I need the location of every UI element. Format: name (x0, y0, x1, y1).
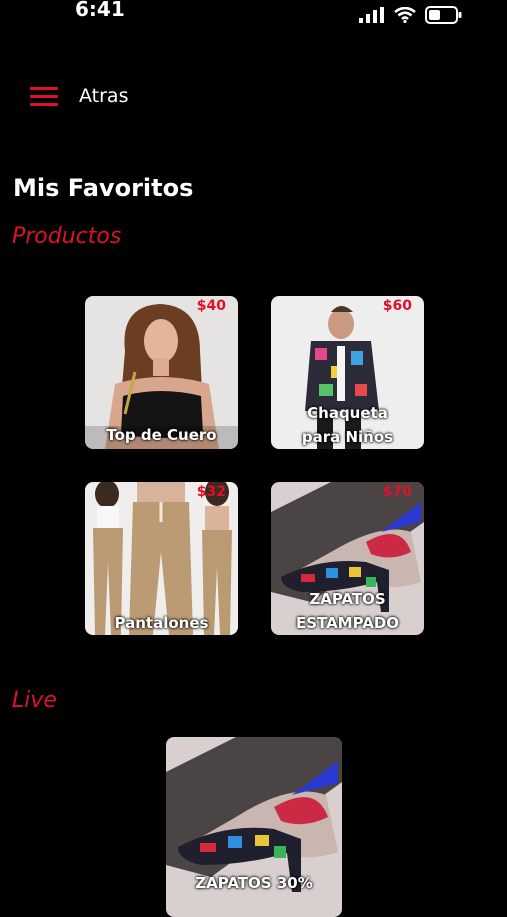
live-section-title: Live (12, 688, 57, 713)
status-icons (359, 6, 463, 24)
live-card-zapatos[interactable]: ZAPATOS 30% (166, 737, 342, 917)
product-price: $60 (382, 298, 412, 314)
product-price: $70 (382, 484, 412, 500)
product-name: ZAPATOS ESTAMPADO (295, 590, 400, 632)
back-link[interactable]: Atras (79, 85, 128, 107)
product-name: Pantalones (114, 614, 209, 632)
hamburger-menu-icon[interactable] (30, 87, 58, 107)
status-bar: 6:41 (0, 0, 507, 30)
product-card-top-de-cuero[interactable]: $40 Top de Cuero (85, 296, 238, 449)
product-card-chaqueta-ninos[interactable]: $60 Chaqueta para Niños (271, 296, 424, 449)
product-card-zapatos-estampado[interactable]: $70 ZAPATOS ESTAMPADO (271, 482, 424, 635)
status-time: 6:41 (75, 0, 125, 21)
product-name: Chaqueta para Niños (301, 404, 394, 446)
product-name: Top de Cuero (106, 426, 217, 444)
product-price: $32 (196, 484, 226, 500)
product-card-pantalones[interactable]: $32 Pantalones (85, 482, 238, 635)
battery-icon (425, 6, 462, 24)
wifi-icon (394, 7, 416, 23)
products-section-title: Productos (12, 224, 122, 249)
page-title: Mis Favoritos (13, 174, 194, 202)
header: Atras (0, 75, 507, 119)
product-price: $40 (196, 298, 226, 314)
signal-icon (359, 7, 384, 23)
live-item-name: ZAPATOS 30% (195, 874, 313, 892)
